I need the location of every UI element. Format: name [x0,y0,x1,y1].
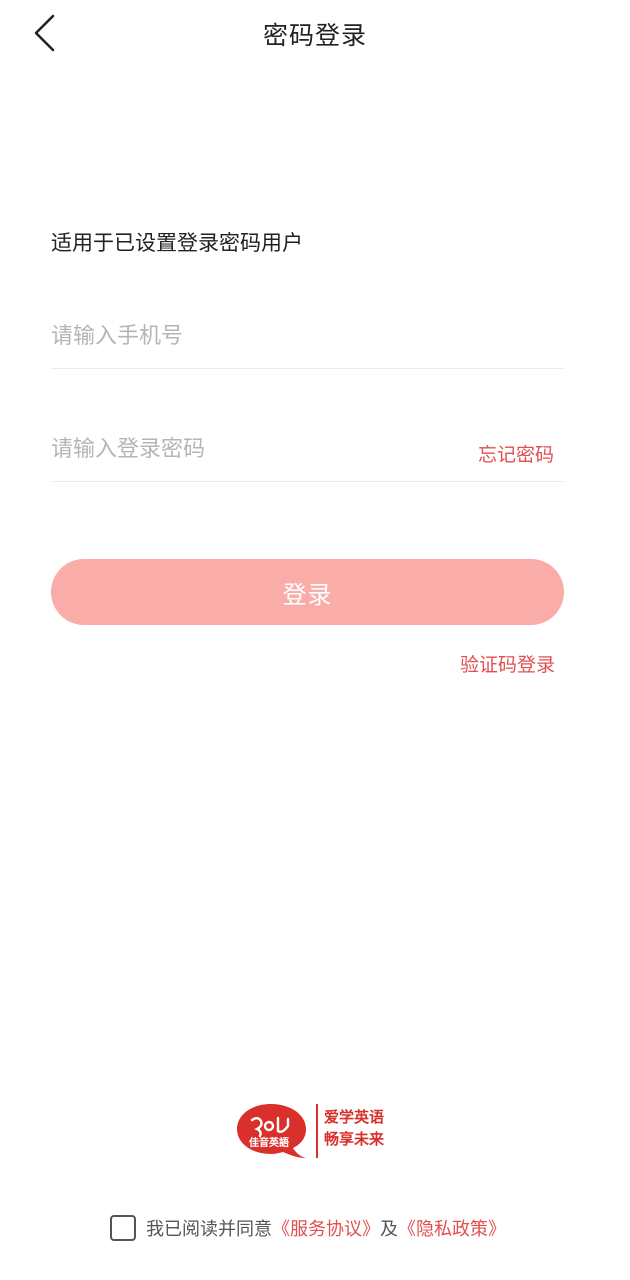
brand-slogan-line-2: 畅享未来 [324,1130,385,1148]
speech-bubble-logo-icon [237,1104,306,1158]
brand-name: 佳音英語 [249,1138,289,1149]
phone-input[interactable] [51,313,451,359]
login-page: 密码登录 适用于已设置登录密码用户 忘记密码 登录 验证码登录 佳音英語 爱学英… [0,0,630,1280]
login-hint-text: 适用于已设置登录密码用户 [51,231,303,255]
agreement-row: 我已阅读并同意 《服务协议》 及 《隐私政策》 [110,1214,506,1242]
agreement-prefix: 我已阅读并同意 [146,1219,272,1240]
service-agreement-link[interactable]: 《服务协议》 [272,1215,380,1241]
login-button[interactable]: 登录 [51,559,564,625]
brand-slogan: 爱学英语 畅享未来 [324,1106,396,1150]
password-input[interactable] [51,426,451,472]
phone-field-row [51,313,564,369]
brand-divider [316,1104,318,1158]
page-title: 密码登录 [262,21,367,50]
header: 密码登录 [0,0,630,70]
forgot-password-link[interactable]: 忘记密码 [478,440,554,467]
privacy-policy-link[interactable]: 《隐私政策》 [398,1215,506,1241]
code-login-link[interactable]: 验证码登录 [460,650,555,677]
brand-slogan-line-1: 爱学英语 [324,1108,385,1126]
agreement-checkbox[interactable] [110,1215,136,1241]
agreement-joiner: 及 [380,1219,398,1240]
brand-logo: 佳音英語 爱学英语 畅享未来 [236,1102,396,1160]
password-field-row: 忘记密码 [51,426,564,482]
